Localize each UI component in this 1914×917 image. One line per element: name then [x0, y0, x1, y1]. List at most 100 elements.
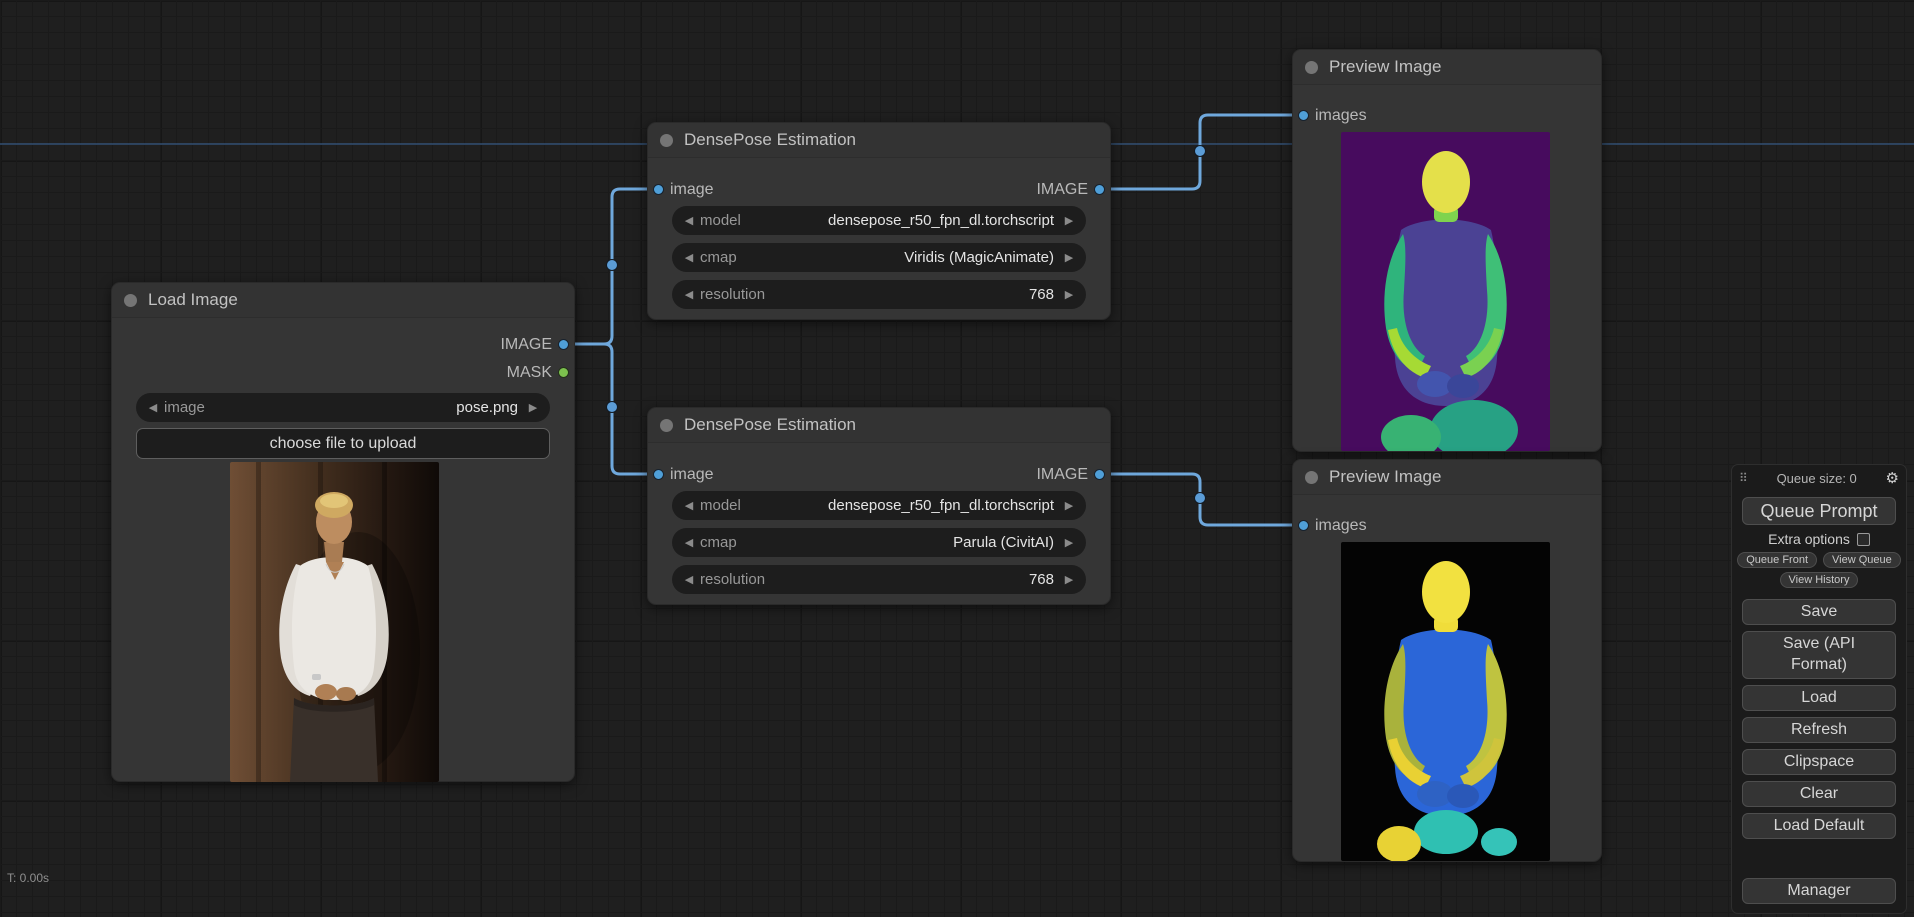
arrow-left-icon[interactable]: ◀: [681, 251, 697, 264]
input-dot-images[interactable]: [1298, 110, 1309, 121]
link-midpoint-dot[interactable]: [606, 401, 618, 413]
widget-value: Parula (CivitAI): [953, 534, 1054, 551]
widget-value: densepose_r50_fpn_dl.torchscript: [828, 497, 1054, 514]
widget-label: cmap: [700, 249, 737, 266]
refresh-button[interactable]: Refresh: [1742, 717, 1896, 743]
arrow-right-icon[interactable]: ▶: [1061, 251, 1077, 264]
load-button[interactable]: Load: [1742, 685, 1896, 711]
link-midpoint-dot[interactable]: [1194, 145, 1206, 157]
image-combo-widget[interactable]: ◀ image pose.png ▶: [136, 393, 550, 422]
gear-icon[interactable]: ⚙: [1886, 471, 1899, 486]
model-widget[interactable]: ◀ model densepose_r50_fpn_dl.torchscript…: [672, 491, 1086, 520]
output-label-image: IMAGE: [1036, 181, 1088, 198]
arrow-right-icon[interactable]: ▶: [1061, 573, 1077, 586]
clear-button[interactable]: Clear: [1742, 781, 1896, 807]
widget-label: model: [700, 212, 741, 229]
cmap-widget[interactable]: ◀ cmap Parula (CivitAI) ▶: [672, 528, 1086, 557]
node-header[interactable]: Preview Image: [1293, 50, 1601, 85]
node-title: Preview Image: [1329, 57, 1442, 76]
queue-size-label: Queue size: 0: [1776, 470, 1857, 486]
arrow-left-icon[interactable]: ◀: [681, 288, 697, 301]
input-label-image: image: [670, 181, 714, 198]
queue-menu-header[interactable]: ⠿ Queue size: 0 ⚙: [1732, 465, 1906, 491]
input-label-images: images: [1315, 107, 1367, 124]
node-preview-image-2[interactable]: Preview Image images: [1292, 459, 1602, 862]
input-label-images: images: [1315, 517, 1367, 534]
arrow-left-icon[interactable]: ◀: [145, 401, 161, 414]
resolution-widget[interactable]: ◀ resolution 768 ▶: [672, 565, 1086, 594]
node-title: DensePose Estimation: [684, 415, 856, 434]
graph-canvas[interactable]: Load Image IMAGE MASK ◀ image pose.png ▶…: [0, 0, 1914, 917]
save-button[interactable]: Save: [1742, 599, 1896, 625]
output-dot-image[interactable]: [558, 339, 569, 350]
arrow-right-icon[interactable]: ▶: [525, 401, 541, 414]
arrow-left-icon[interactable]: ◀: [681, 536, 697, 549]
densepose-parula-figure: [1341, 542, 1550, 861]
queue-front-button[interactable]: Queue Front: [1737, 552, 1818, 568]
input-dot-images[interactable]: [1298, 520, 1309, 531]
node-densepose-2[interactable]: DensePose Estimation image IMAGE ◀ model…: [647, 407, 1111, 605]
queue-menu-panel[interactable]: ⠿ Queue size: 0 ⚙ Queue Prompt Extra opt…: [1731, 464, 1907, 914]
cmap-widget[interactable]: ◀ cmap Viridis (MagicAnimate) ▶: [672, 243, 1086, 272]
node-collapse-dot[interactable]: [660, 133, 673, 147]
widget-label: image: [164, 399, 205, 416]
widget-value: Viridis (MagicAnimate): [904, 249, 1054, 266]
node-preview-image-1[interactable]: Preview Image images: [1292, 49, 1602, 452]
view-queue-button[interactable]: View Queue: [1823, 552, 1901, 568]
arrow-left-icon[interactable]: ◀: [681, 573, 697, 586]
widget-label: model: [700, 497, 741, 514]
node-load-image[interactable]: Load Image IMAGE MASK ◀ image pose.png ▶…: [111, 282, 575, 782]
extra-options-label: Extra options: [1768, 531, 1850, 547]
queue-prompt-button[interactable]: Queue Prompt: [1742, 497, 1896, 525]
node-collapse-dot[interactable]: [124, 293, 137, 307]
densepose-parula-preview: [1341, 542, 1550, 861]
arrow-right-icon[interactable]: ▶: [1061, 214, 1077, 227]
link-midpoint-dot[interactable]: [1194, 492, 1206, 504]
photo-man-white-shirt: [230, 462, 439, 782]
widget-value: 768: [1028, 286, 1054, 303]
arrow-left-icon[interactable]: ◀: [681, 214, 697, 227]
output-label-mask: MASK: [506, 364, 552, 381]
node-title: DensePose Estimation: [684, 130, 856, 149]
load-default-button[interactable]: Load Default: [1742, 813, 1896, 839]
output-dot-mask[interactable]: [558, 367, 569, 378]
arrow-right-icon[interactable]: ▶: [1061, 288, 1077, 301]
node-title: Load Image: [148, 290, 238, 309]
resolution-widget[interactable]: ◀ resolution 768 ▶: [672, 280, 1086, 309]
widget-value: pose.png: [456, 399, 518, 416]
arrow-left-icon[interactable]: ◀: [681, 499, 697, 512]
clipspace-button[interactable]: Clipspace: [1742, 749, 1896, 775]
arrow-right-icon[interactable]: ▶: [1061, 499, 1077, 512]
stat-line: T: 0.00s: [7, 871, 50, 885]
input-dot-image[interactable]: [653, 184, 664, 195]
canvas-stats: T: 0.00s I: 0 N: 5 [5] V: 34 FPS:59.52: [7, 841, 64, 917]
widget-label: cmap: [700, 534, 737, 551]
save-api-format-button[interactable]: Save (API Format): [1742, 631, 1896, 679]
node-densepose-1[interactable]: DensePose Estimation image IMAGE ◀ model…: [647, 122, 1111, 320]
manager-button[interactable]: Manager: [1742, 878, 1896, 904]
output-label-image: IMAGE: [500, 336, 552, 353]
output-dot-image[interactable]: [1094, 469, 1105, 480]
densepose-viridis-preview: [1341, 132, 1550, 451]
node-header[interactable]: DensePose Estimation: [648, 123, 1110, 158]
node-header[interactable]: Load Image: [112, 283, 574, 318]
arrow-right-icon[interactable]: ▶: [1061, 536, 1077, 549]
output-dot-image[interactable]: [1094, 184, 1105, 195]
model-widget[interactable]: ◀ model densepose_r50_fpn_dl.torchscript…: [672, 206, 1086, 235]
input-label-image: image: [670, 466, 714, 483]
widget-value: 768: [1028, 571, 1054, 588]
densepose-viridis-figure: [1341, 132, 1550, 451]
input-dot-image[interactable]: [653, 469, 664, 480]
extra-options-checkbox[interactable]: [1856, 532, 1870, 546]
node-header[interactable]: Preview Image: [1293, 460, 1601, 495]
node-collapse-dot[interactable]: [1305, 470, 1318, 484]
node-header[interactable]: DensePose Estimation: [648, 408, 1110, 443]
loaded-photo-preview: [230, 462, 439, 782]
view-history-button[interactable]: View History: [1779, 572, 1859, 588]
link-midpoint-dot[interactable]: [606, 259, 618, 271]
node-collapse-dot[interactable]: [660, 418, 673, 432]
drag-handle-icon[interactable]: ⠿: [1739, 471, 1748, 485]
choose-file-button[interactable]: choose file to upload: [136, 428, 550, 459]
node-title: Preview Image: [1329, 467, 1442, 486]
node-collapse-dot[interactable]: [1305, 60, 1318, 74]
